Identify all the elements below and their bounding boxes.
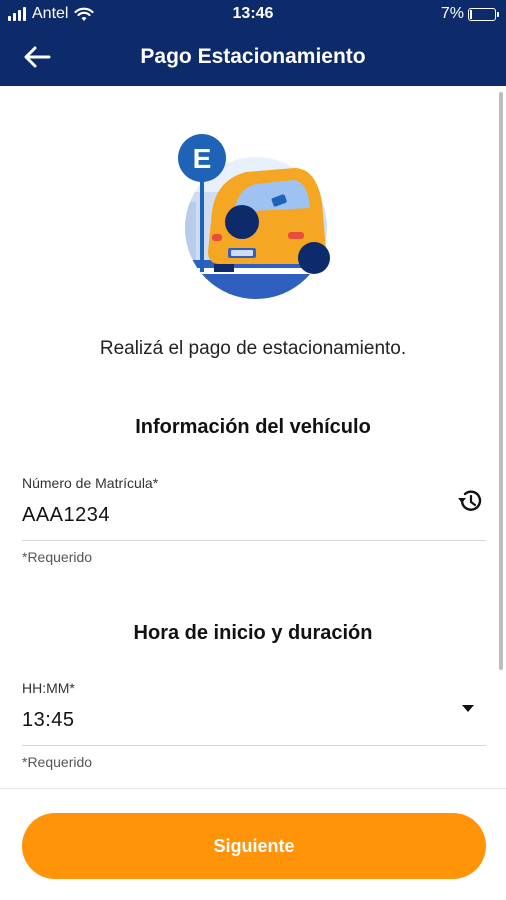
next-button[interactable]: Siguiente (22, 813, 486, 879)
bottom-action-bar: Siguiente (0, 788, 506, 900)
plate-underline (22, 540, 486, 541)
time-helper-text: *Requerido (22, 754, 93, 770)
history-icon[interactable] (454, 486, 484, 516)
content-area[interactable]: E Realizá el pago de estacionamiento. In… (0, 86, 506, 788)
status-bar: Antel 13:46 7% (0, 0, 506, 28)
app-bar: Pago Estacionamiento (0, 28, 506, 86)
scrollbar[interactable] (499, 92, 503, 670)
time-underline (22, 745, 486, 746)
battery-icon (468, 7, 499, 21)
intro-text: Realizá el pago de estacionamiento. (99, 338, 407, 359)
parking-illustration: E (178, 134, 330, 299)
plate-helper-text: *Requerido (22, 549, 93, 565)
battery-level (470, 9, 472, 19)
time-field-label: HH:MM* (22, 680, 75, 696)
parking-sign-letter: E (193, 143, 212, 174)
next-button-label: Siguiente (213, 835, 295, 856)
time-select[interactable]: 13:45 (22, 709, 75, 732)
plate-field-label: Número de Matrícula* (22, 475, 159, 491)
status-time: 13:46 (232, 5, 274, 22)
dropdown-arrow-icon[interactable] (460, 703, 476, 713)
battery-percent: 7% (440, 5, 464, 22)
status-right: 7% (440, 5, 499, 23)
plate-input[interactable]: AAA1234 (22, 504, 110, 527)
vehicle-section-title: Información del vehículo (135, 416, 371, 438)
time-section-title: Hora de inicio y duración (133, 622, 373, 644)
page-title: Pago Estacionamiento (140, 45, 366, 68)
